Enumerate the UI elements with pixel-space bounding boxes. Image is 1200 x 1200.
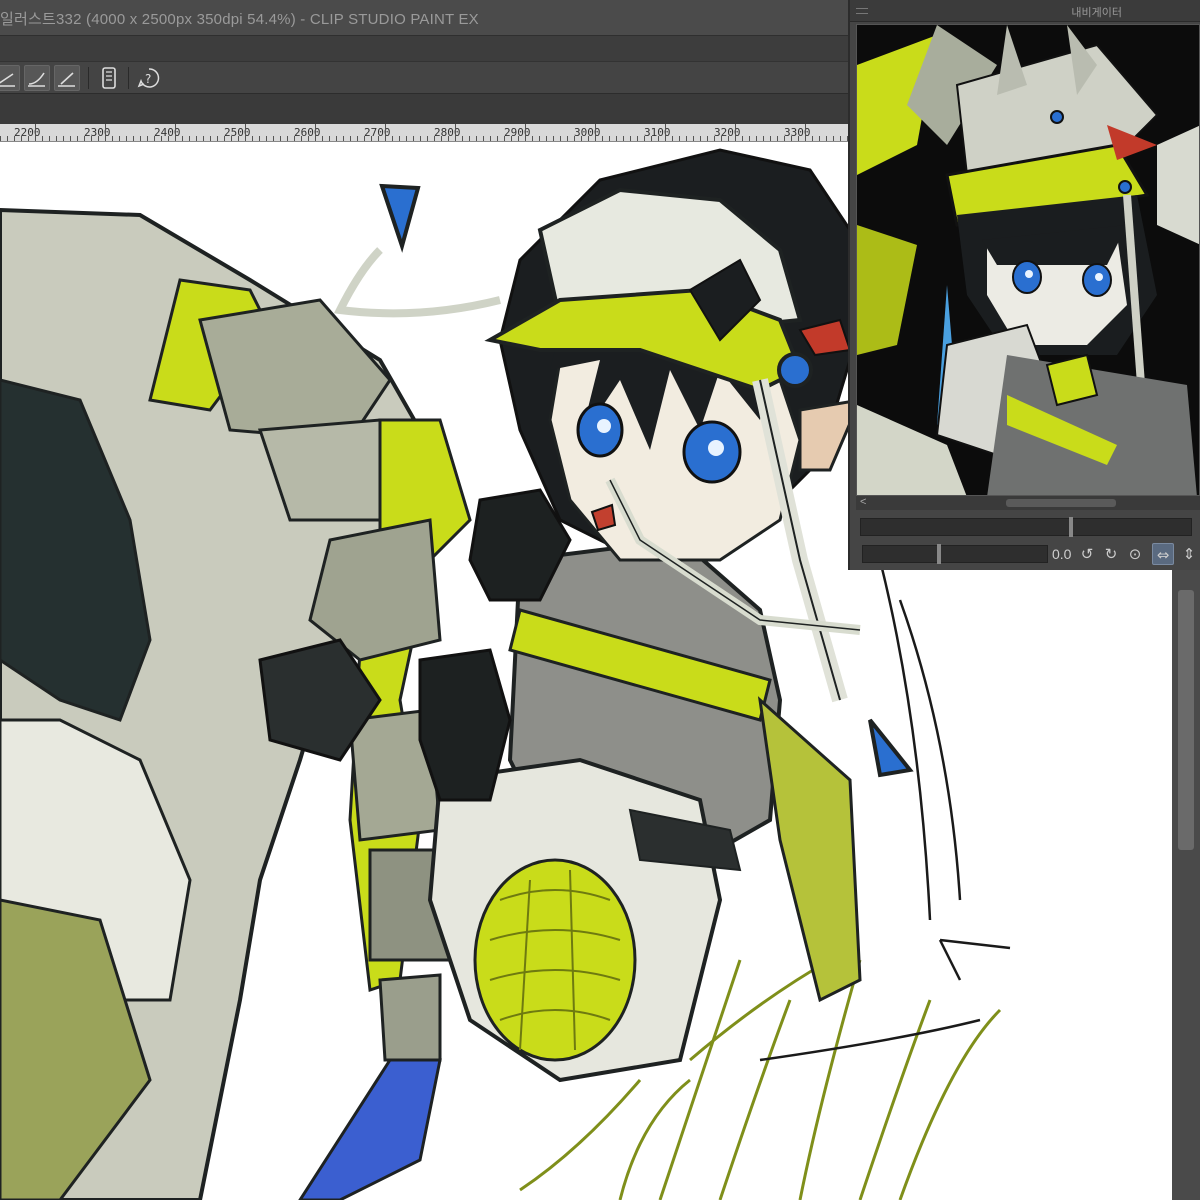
rotation-row: 0.0 ↺ ↻ ⊙ ⇔ ⇕: [860, 542, 1200, 566]
window-title: 일러스트332 (4000 x 2500px 350dpi 54.4%) - C…: [0, 11, 479, 28]
ruler-tick: [175, 124, 176, 141]
ruler-tick: [105, 124, 106, 141]
flip-horizontal-icon[interactable]: ⇔: [1152, 543, 1174, 565]
navigator-panel: 내비게이터 < 0.0 ↺ ↻ ⊙ ⇔ ⇕: [848, 0, 1200, 570]
help-icon[interactable]: ?: [136, 65, 162, 91]
rotate-left-icon[interactable]: ↺: [1076, 543, 1098, 565]
ruler-tick: [595, 124, 596, 141]
zoom-slider-knob[interactable]: [1069, 517, 1073, 537]
command-bar: ?: [0, 62, 860, 94]
ruler-tick: [455, 124, 456, 141]
navigator-title: 내비게이터: [1071, 7, 1122, 19]
navigator-hscroll-thumb[interactable]: [1006, 499, 1116, 507]
scrollbar-thumb[interactable]: [1178, 590, 1194, 850]
ruler-tick: [245, 124, 246, 141]
panel-grip-icon[interactable]: [856, 8, 868, 14]
ruler-tick: [665, 124, 666, 141]
flip-vertical-icon[interactable]: ⇕: [1178, 543, 1200, 565]
ruler-tick: [805, 124, 806, 141]
scroll-left-arrow-icon[interactable]: <: [860, 496, 866, 508]
ruler-tick: [385, 124, 386, 141]
zoom-slider[interactable]: [860, 517, 1192, 537]
reset-rotation-icon[interactable]: ⊙: [1124, 543, 1146, 565]
ruler-tick: [35, 124, 36, 141]
rotation-slider-knob[interactable]: [937, 544, 941, 564]
smartphone-icon[interactable]: [96, 65, 122, 91]
toolbar-gap: [0, 94, 860, 124]
pen-stroke-icon[interactable]: [0, 65, 20, 91]
menu-strip: [0, 36, 860, 62]
ruler-tick: [525, 124, 526, 141]
navigator-preview-image: [857, 25, 1199, 495]
rotate-right-icon[interactable]: ↻: [1100, 543, 1122, 565]
ruler-tick: [735, 124, 736, 141]
navigator-header: 내비게이터: [850, 0, 1200, 22]
ruler-tick: [315, 124, 316, 141]
line-stroke-icon[interactable]: [54, 65, 80, 91]
brush-stroke-icon[interactable]: [24, 65, 50, 91]
svg-text:?: ?: [145, 72, 151, 86]
rotation-value: 0.0: [1052, 546, 1072, 562]
navigator-preview[interactable]: [856, 24, 1200, 496]
navigator-hscroll[interactable]: <: [856, 496, 1200, 510]
rotation-slider[interactable]: [862, 544, 1048, 564]
horizontal-ruler: 2200 2300 2400 2500 2600 2700 2800 2900 …: [0, 124, 860, 142]
canvas-vertical-scrollbar[interactable]: [1172, 570, 1200, 1200]
